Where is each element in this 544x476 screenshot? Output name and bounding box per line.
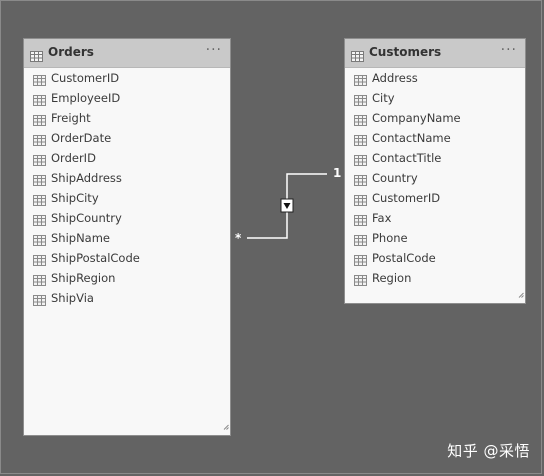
relationship-one-label: 1 <box>333 166 342 180</box>
watermark-text: 知乎 @采悟 <box>447 442 530 460</box>
filter-direction-down-icon <box>280 198 294 213</box>
relationship-line[interactable] <box>0 0 544 476</box>
relationship-many-label: * <box>235 231 242 245</box>
